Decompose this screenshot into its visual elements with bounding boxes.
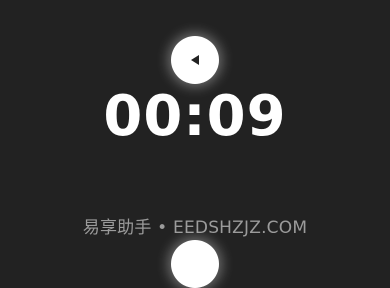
left-triangle-icon: [189, 54, 201, 66]
rewind-button[interactable]: [171, 36, 219, 84]
watermark-text: 易享助手 • EEDSHZJZ.COM: [82, 218, 308, 238]
timer-screen: 00:09 易享助手 • EEDSHZJZ.COM: [0, 0, 390, 288]
elapsed-time: 00:09: [103, 84, 287, 149]
bottom-control-button[interactable]: [171, 240, 219, 288]
